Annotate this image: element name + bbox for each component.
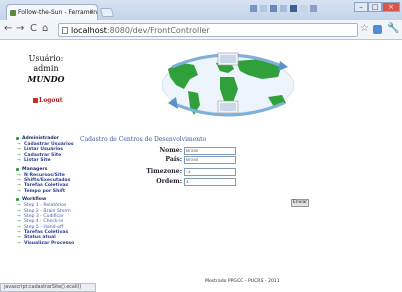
- user-name: MUNDO: [27, 74, 65, 84]
- field-label: País:: [165, 156, 182, 163]
- taskbar-thumbnails: [250, 5, 317, 12]
- url-host: localhost: [71, 26, 107, 35]
- world-map-logo: [161, 52, 295, 117]
- status-bar: javascript:cadastrarSite().ecall(): [0, 283, 96, 292]
- logout-label: Logout: [39, 97, 63, 104]
- logout-icon: [33, 98, 38, 103]
- home-icon[interactable]: ⌂: [42, 23, 48, 34]
- page-icon: [62, 27, 68, 34]
- address-bar[interactable]: localhost:8080/dev/FrontController: [58, 23, 358, 37]
- minimize-button[interactable]: –: [354, 2, 368, 12]
- field-label: Ordem:: [156, 178, 182, 185]
- nome-input[interactable]: [184, 147, 236, 155]
- page-content: Usuário: admin MUNDO Logout Administrado…: [0, 41, 402, 284]
- extension-icon[interactable]: [373, 25, 382, 34]
- browser-window: Follow-the-Sun - Ferramen × – □ × ← → C …: [0, 0, 402, 292]
- menu-item[interactable]: Listar Site: [15, 158, 74, 164]
- favicon-icon: [10, 10, 16, 16]
- field-nome: Nome:: [140, 147, 182, 155]
- ordem-input[interactable]: [184, 178, 236, 186]
- footer-text: Mestrado PPGCC - PUCRS - 2011: [205, 279, 280, 284]
- bookmark-star-icon[interactable]: ☆: [360, 23, 369, 34]
- user-label: Usuário:: [28, 54, 64, 63]
- menu-item[interactable]: Tempo por Shift: [15, 189, 74, 195]
- field-ordem: Ordem:: [140, 178, 182, 186]
- logout-link[interactable]: Logout: [33, 97, 63, 104]
- new-tab-button[interactable]: [99, 8, 115, 17]
- field-timezone: Timezone:: [140, 168, 182, 176]
- submit-button[interactable]: Enviar: [291, 199, 309, 207]
- user-login: admin: [33, 64, 59, 73]
- tab-strip: Follow-the-Sun - Ferramen × – □ ×: [0, 0, 402, 20]
- tab-close-icon[interactable]: ×: [89, 8, 94, 15]
- timezone-input[interactable]: [184, 168, 236, 176]
- browser-toolbar: ← → C ⌂ localhost:8080/dev/FrontControll…: [0, 20, 402, 40]
- pais-input[interactable]: [184, 156, 236, 164]
- field-label: Timezone:: [146, 168, 182, 175]
- side-menu: AdministradorCadastrar UsuáriosListar Us…: [15, 133, 74, 247]
- maximize-button[interactable]: □: [368, 2, 382, 12]
- back-arrow-icon[interactable]: ←: [4, 23, 12, 34]
- reload-icon[interactable]: C: [30, 23, 37, 34]
- menu-item[interactable]: Visualizar Processo: [15, 241, 74, 247]
- forward-arrow-icon[interactable]: →: [16, 23, 24, 34]
- field-label: Nome:: [159, 147, 182, 154]
- field-pais: País:: [140, 156, 182, 164]
- form-title: Cadastro de Centros de Desenvolvimento: [80, 136, 207, 143]
- menu-section-title: Administrador: [15, 135, 74, 142]
- url-path: :8080/dev/FrontController: [106, 26, 210, 35]
- wrench-menu-icon[interactable]: 🔧: [387, 23, 399, 34]
- user-info: Usuário: admin MUNDO: [18, 54, 74, 84]
- menu-section-title: Managers: [15, 166, 74, 173]
- close-window-button[interactable]: ×: [382, 2, 400, 12]
- window-controls: – □ ×: [354, 2, 400, 12]
- tab-title: Follow-the-Sun - Ferramen: [18, 9, 98, 16]
- browser-tab[interactable]: Follow-the-Sun - Ferramen ×: [6, 4, 98, 20]
